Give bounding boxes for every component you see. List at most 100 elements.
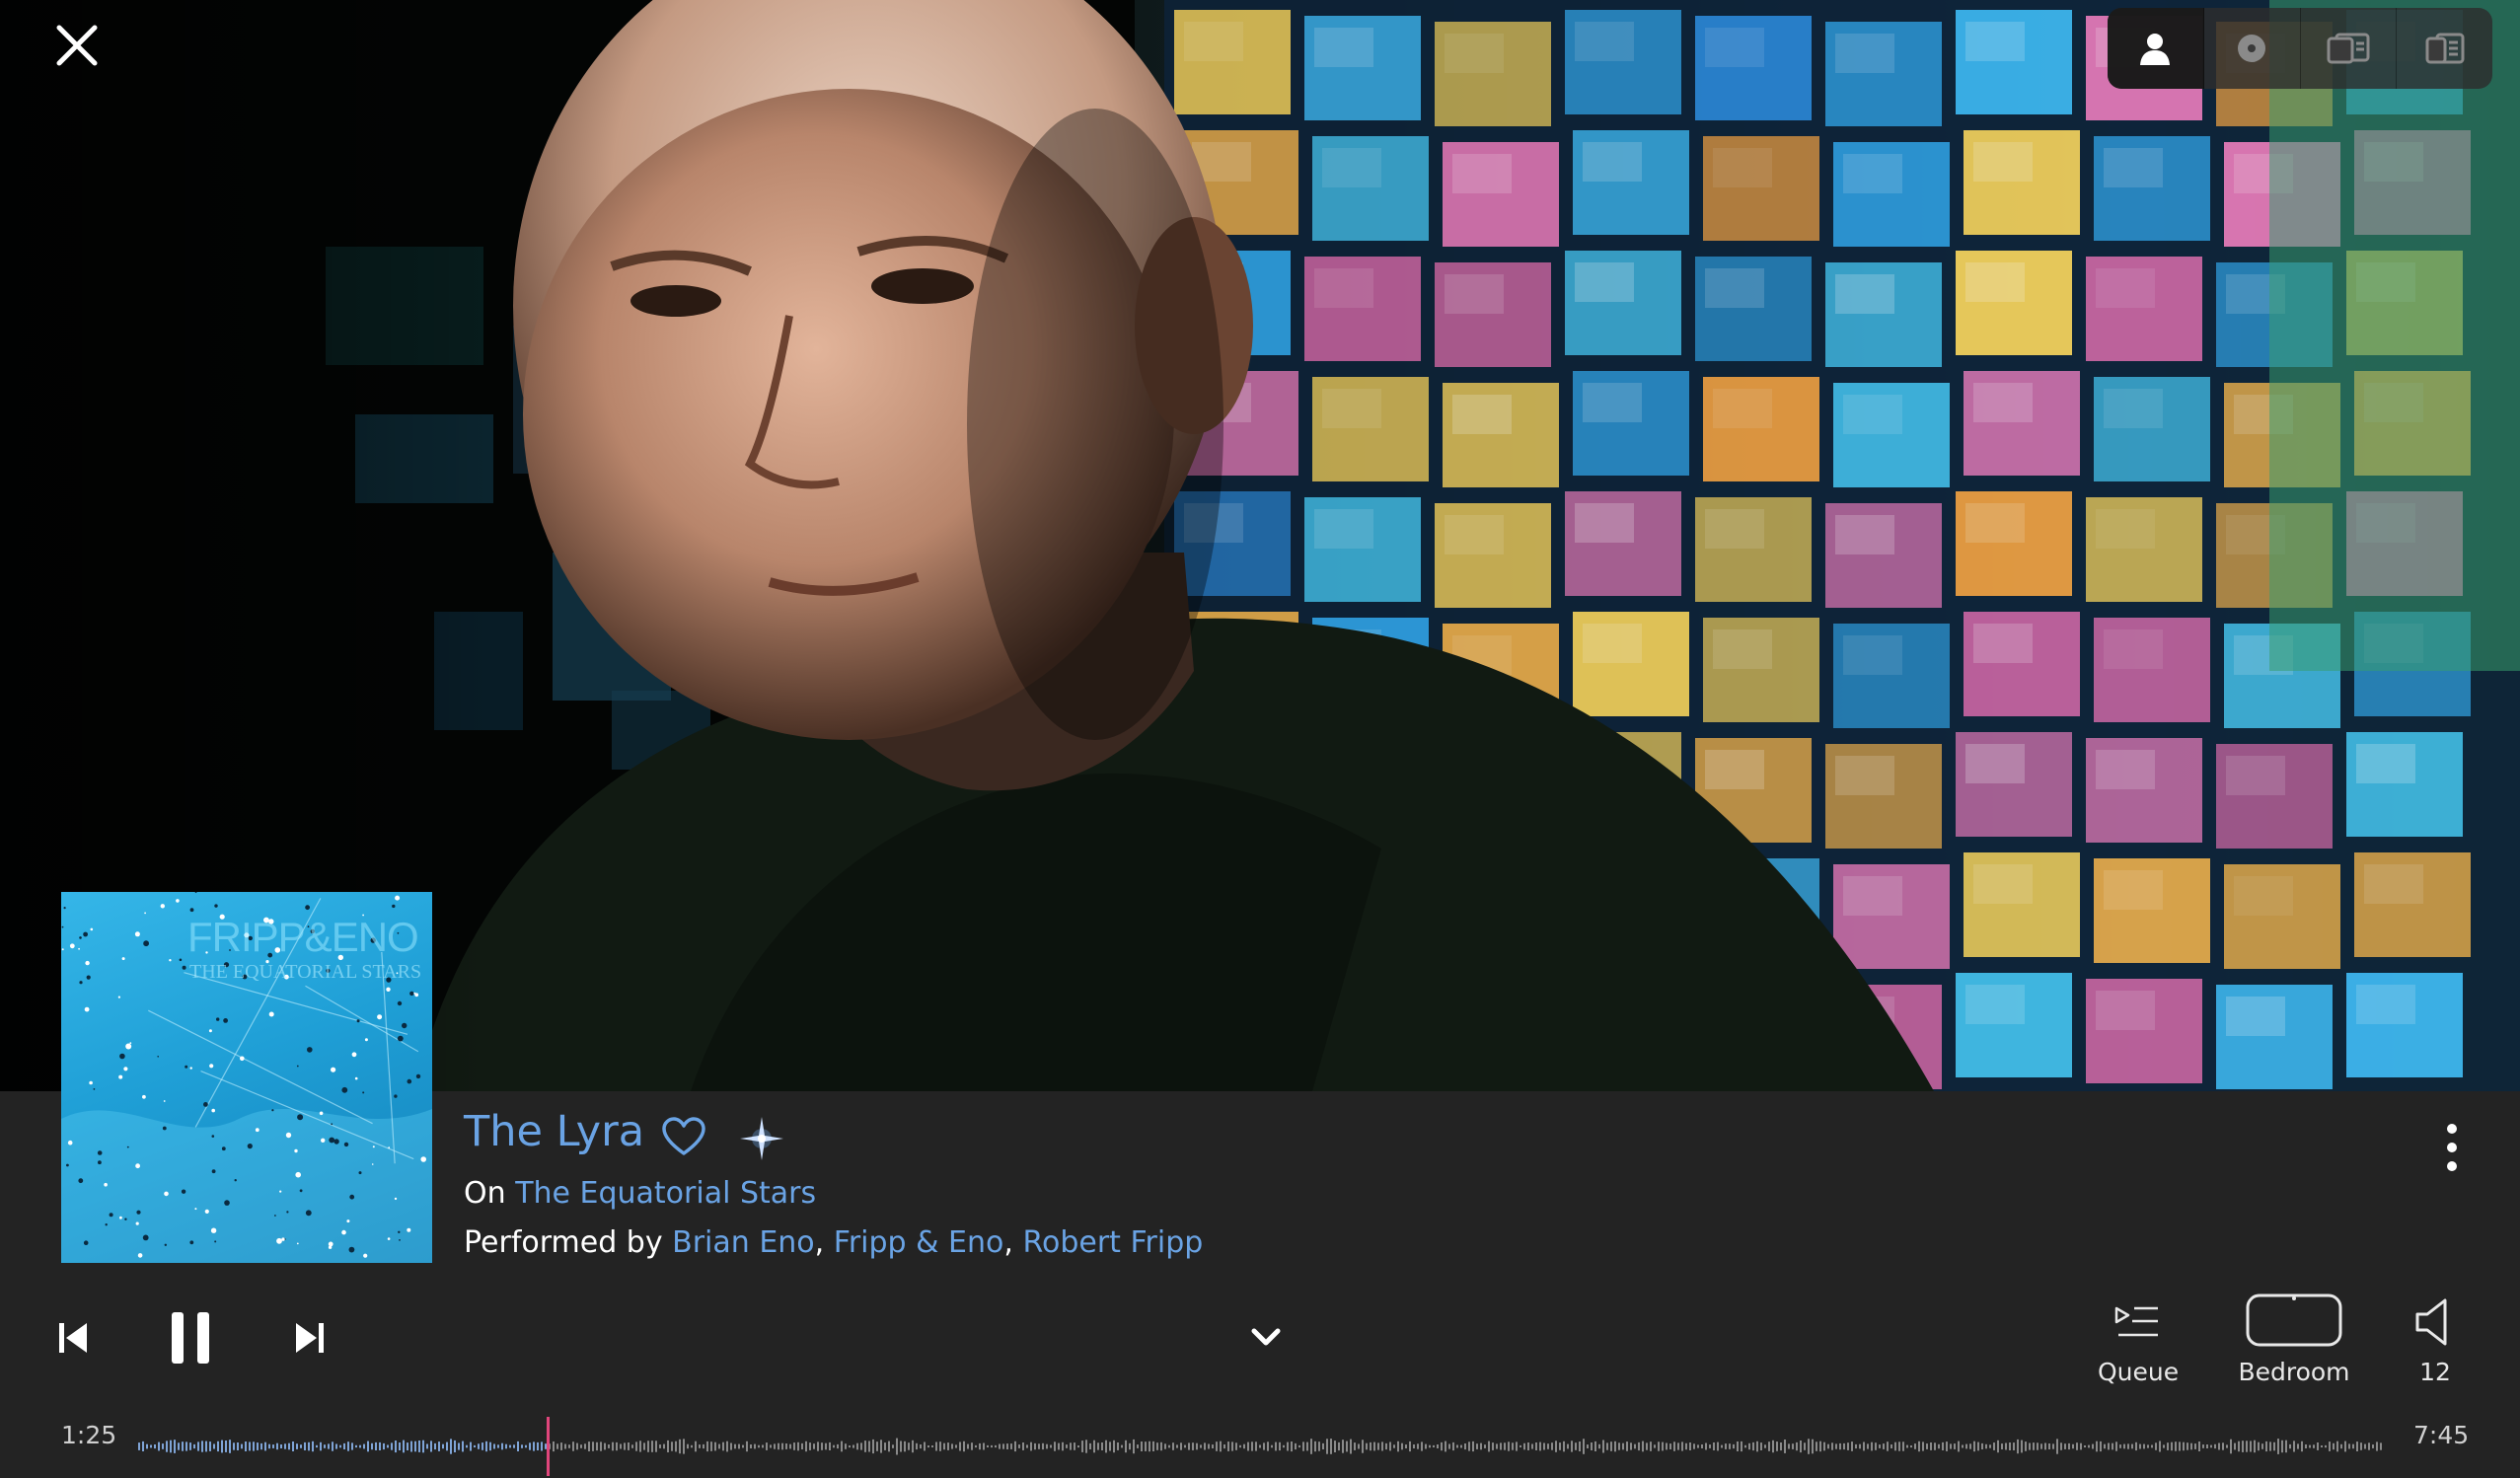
playhead[interactable] [547,1417,550,1476]
star [83,931,88,937]
waveform-bar [2329,1441,2331,1451]
volume-button[interactable]: 12 [2404,1294,2467,1395]
star [123,1067,128,1072]
star [351,1052,357,1058]
waveform-bar [2317,1442,2319,1450]
waveform-bar [1366,1442,1368,1450]
waveform-bar [1275,1441,1277,1451]
waveform-bar [1342,1440,1344,1453]
more-vertical-icon [2447,1124,2457,1171]
waveform-bar [363,1443,365,1449]
waveform-bar [2048,1443,2050,1449]
star [214,1240,217,1243]
tab-lyrics[interactable] [2397,8,2492,89]
waveform-bar [1006,1443,1008,1449]
waveform-bar [631,1444,633,1448]
waveform-bar [742,1444,744,1448]
more-options-button[interactable] [2437,1121,2467,1174]
pause-button[interactable] [168,1310,213,1366]
waveform-bar [2167,1442,2169,1450]
star [328,1241,334,1247]
tab-album[interactable] [2204,8,2301,89]
waveform-bar [2242,1441,2244,1452]
waveform-bar [1717,1441,1719,1451]
waveform-bar [1251,1441,1253,1451]
queue-button[interactable]: Queue [2098,1296,2179,1395]
waveform-bar [754,1443,756,1449]
screen-tile-glare [1843,876,1902,916]
album-line: On The Equatorial Stars [464,1176,816,1211]
tab-info[interactable] [2301,8,2398,89]
performer-link[interactable]: Brian Eno [672,1225,815,1260]
album-art[interactable]: FRIPP&ENO THE EQUATORIAL STARS [61,892,432,1263]
waveform-bar [1804,1442,1806,1450]
waveform-bar [1851,1441,1853,1451]
screen-tile-glare [1835,274,1894,314]
waveform-bar [1827,1443,1829,1449]
star [93,1088,96,1090]
waveform-bar [1350,1439,1352,1454]
waveform-bar [1014,1441,1016,1452]
screen-tile-glare [1575,22,1634,61]
waveform-bar [213,1443,215,1449]
waveform-bar [2135,1441,2137,1451]
room-button[interactable]: Bedroom [2230,1293,2358,1395]
similar-button[interactable] [738,1115,785,1162]
favorite-button[interactable] [661,1117,706,1156]
star [179,958,183,962]
star [372,1145,375,1148]
waveform-bar [1993,1442,1995,1450]
waveform-bar [1752,1441,1754,1451]
waveform-bar [1002,1443,1004,1449]
elapsed-time: 1:25 [61,1421,117,1449]
waveform-bar [1559,1442,1561,1450]
waveform-bar [2269,1441,2271,1451]
waveform-bar [292,1441,294,1451]
waveform-bar [616,1441,618,1451]
waveform-bar [553,1441,555,1452]
waveform-bar [2037,1442,2038,1450]
waveform-bar [963,1441,965,1452]
star [129,1042,132,1045]
star [346,1219,350,1223]
waveform-bar [1247,1441,1249,1451]
waveform-bar [1512,1442,1514,1450]
collapse-button[interactable] [1249,1324,1283,1352]
waveform-bar [1263,1442,1265,1450]
waveform-bar [383,1442,385,1450]
track-title[interactable]: The Lyra [464,1107,644,1156]
screen-tile-glare [2104,870,2163,910]
waveform-bar [1145,1441,1147,1451]
star [157,1056,159,1058]
close-button[interactable] [51,20,103,71]
waveform-bar [1677,1442,1679,1450]
screen-tile-glare [2104,629,2163,669]
waveform-bar [2108,1442,2110,1450]
waveform-bar [450,1439,452,1454]
previous-button[interactable] [57,1320,89,1356]
waveform-bar [1188,1442,1190,1450]
waveform-bar [229,1440,231,1453]
separator: , [814,1225,825,1260]
waveform-bar [1650,1441,1652,1451]
waveform-bar [1784,1440,1786,1453]
tab-artist[interactable] [2108,8,2204,89]
next-button[interactable] [294,1320,326,1356]
waveform-bar [245,1441,247,1451]
close-icon [56,25,98,66]
waveform-bar [1137,1444,1139,1448]
waveform-bar [2356,1441,2358,1451]
star [234,1179,237,1182]
star [135,1221,139,1225]
album-link[interactable]: The Equatorial Stars [515,1176,816,1211]
waveform-bar [1602,1440,1604,1453]
waveform-bar [1480,1442,1482,1450]
performer-link[interactable]: Fripp & Eno [834,1225,1004,1260]
waveform-bar [1231,1441,1233,1451]
star [413,992,416,995]
performer-link[interactable]: Robert Fripp [1022,1225,1203,1260]
waveform-bar [1168,1444,1170,1448]
waveform-progress-bar[interactable] [138,1417,2382,1476]
waveform-bar [407,1442,408,1450]
volume-icon [2415,1298,2447,1346]
